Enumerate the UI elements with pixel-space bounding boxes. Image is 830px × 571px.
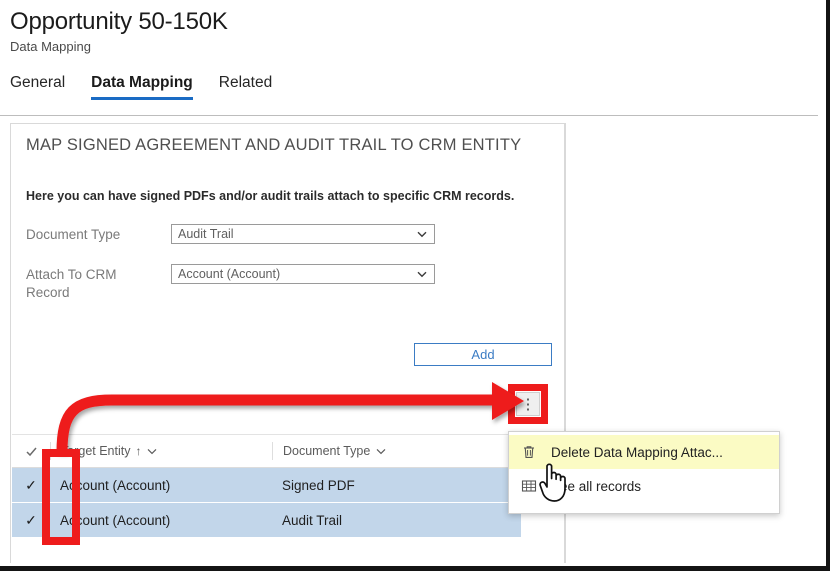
check-icon: ✓ — [25, 511, 37, 528]
select-all-checkbox[interactable] — [12, 445, 50, 458]
tab-strip: General Data Mapping Related — [10, 74, 285, 100]
grid-header-row: Target Entity ↑ Document Type — [12, 434, 565, 468]
chevron-down-icon — [417, 231, 427, 238]
tab-data-mapping[interactable]: Data Mapping — [78, 74, 206, 100]
data-mapping-grid: Target Entity ↑ Document Type ✓ Account … — [12, 434, 565, 563]
header-divider — [0, 115, 818, 116]
chevron-down-icon — [417, 271, 427, 278]
tab-related[interactable]: Related — [206, 74, 285, 100]
grid-icon — [521, 480, 537, 492]
column-header-document-type[interactable]: Document Type — [272, 442, 492, 460]
row-checkbox[interactable]: ✓ — [12, 512, 50, 529]
field-document-type-label: Document Type — [26, 227, 121, 242]
column-header-target-entity[interactable]: Target Entity ↑ — [50, 442, 272, 460]
sort-ascending-icon: ↑ — [135, 444, 142, 458]
annotation-highlight-box — [508, 384, 548, 424]
overflow-button-annotated: ⋮ — [508, 384, 548, 424]
menu-item-see-all-records-label: See all records — [551, 478, 642, 494]
menu-item-delete-label: Delete Data Mapping Attac... — [551, 444, 723, 460]
data-mapping-card: MAP SIGNED AGREEMENT AND AUDIT TRAIL TO … — [10, 123, 565, 563]
chevron-down-icon[interactable] — [146, 445, 158, 457]
tab-related-label: Related — [218, 74, 273, 91]
tab-general[interactable]: General — [10, 74, 78, 100]
cell-target-entity: Account (Account) — [60, 477, 171, 493]
add-button-label: Add — [471, 347, 495, 362]
card-description: Here you can have signed PDFs and/or aud… — [26, 189, 515, 203]
record-header: Opportunity 50-150K Data Mapping — [10, 8, 710, 56]
trash-icon — [524, 446, 534, 458]
chevron-down-icon[interactable] — [375, 445, 387, 457]
cell-document-type: Signed PDF — [282, 477, 355, 493]
document-type-value: Audit Trail — [178, 227, 234, 241]
attach-to-crm-record-select[interactable]: Account (Account) — [171, 264, 435, 284]
tab-general-label: General — [10, 74, 66, 91]
app-screen: Opportunity 50-150K Data Mapping General… — [0, 0, 830, 571]
menu-item-delete-data-mapping[interactable]: Delete Data Mapping Attac... — [509, 435, 779, 469]
context-menu: Delete Data Mapping Attac... See all rec… — [508, 431, 780, 514]
field-attach-to-crm-record-label: Attach To CRM Record — [26, 267, 117, 300]
page-title: Opportunity 50-150K — [10, 8, 228, 35]
cell-document-type: Audit Trail — [282, 512, 343, 528]
document-type-select[interactable]: Audit Trail — [171, 224, 435, 244]
column-header-document-type-label: Document Type — [283, 444, 371, 458]
checkbox-icon — [25, 447, 37, 456]
menu-item-see-all-records[interactable]: See all records — [509, 469, 779, 503]
table-row[interactable]: ✓ Account (Account) Signed PDF — [12, 468, 521, 503]
attach-to-crm-record-value: Account (Account) — [178, 267, 281, 281]
cell-target-entity: Account (Account) — [60, 512, 171, 528]
page-subtitle: Data Mapping — [10, 39, 91, 54]
tab-data-mapping-label: Data Mapping — [91, 74, 193, 91]
check-icon: ✓ — [25, 476, 37, 493]
add-button[interactable]: Add — [414, 343, 552, 366]
card-heading: MAP SIGNED AGREEMENT AND AUDIT TRAIL TO … — [26, 136, 522, 154]
column-header-target-entity-label: Target Entity — [61, 444, 131, 458]
row-checkbox[interactable]: ✓ — [12, 477, 50, 494]
table-row[interactable]: ✓ Account (Account) Audit Trail — [12, 503, 521, 538]
